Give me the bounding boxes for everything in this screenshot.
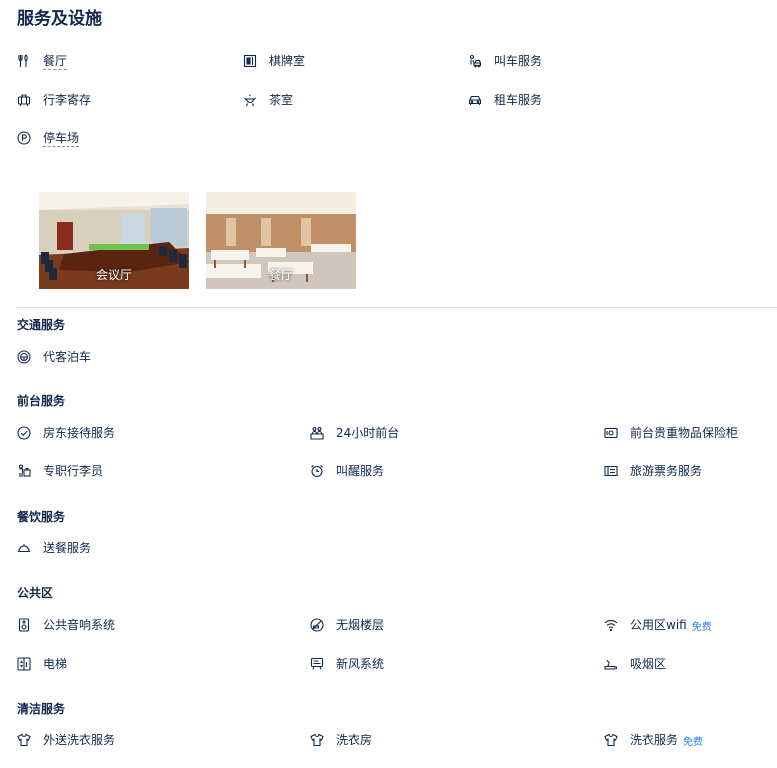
facility-bellhop: 专职行李员 bbox=[17, 462, 103, 480]
section-title-dining: 餐饮服务 bbox=[17, 510, 66, 524]
food-cloche-icon bbox=[17, 541, 31, 555]
facility-label: 租车服务 bbox=[494, 93, 543, 107]
chess-board-icon bbox=[243, 54, 257, 68]
shirt-icon bbox=[604, 733, 618, 747]
facility-label: 送餐服务 bbox=[43, 541, 92, 555]
photo-meeting-hall[interactable]: 会议厅 bbox=[39, 192, 189, 289]
section-title-front-desk: 前台服务 bbox=[17, 394, 66, 408]
facility-outsourced-laundry: 外送洗衣服务 bbox=[17, 731, 115, 749]
section-title-public: 公共区 bbox=[17, 586, 54, 600]
facility-label: 棋牌室 bbox=[269, 54, 306, 68]
photo-caption: 餐厅 bbox=[268, 268, 293, 282]
facility-room-service: 送餐服务 bbox=[17, 539, 91, 557]
facility-label: 行李寄存 bbox=[43, 93, 92, 107]
facility-label: 无烟楼层 bbox=[336, 618, 385, 632]
elevator-icon bbox=[17, 657, 31, 671]
facility-label: 餐厅 bbox=[43, 54, 68, 70]
car-icon bbox=[468, 93, 482, 107]
facility-host-reception: 房东接待服务 bbox=[17, 424, 115, 442]
section-title-cleaning: 清洁服务 bbox=[17, 702, 66, 716]
page-title: 服务及设施 bbox=[17, 9, 102, 29]
parking-icon bbox=[17, 131, 31, 145]
taxi-icon bbox=[468, 54, 482, 68]
facility-luggage-storage: 行李寄存 bbox=[17, 91, 91, 109]
facility-tea-room: 茶室 bbox=[243, 91, 293, 109]
safe-icon bbox=[604, 426, 618, 440]
teapot-icon bbox=[243, 93, 257, 107]
facility-label: 24小时前台 bbox=[336, 426, 400, 440]
facility-label: 洗衣房 bbox=[336, 733, 373, 747]
facility-laundry-room: 洗衣房 bbox=[310, 731, 372, 749]
luggage-icon bbox=[17, 93, 31, 107]
no-smoking-icon bbox=[310, 618, 324, 632]
facility-wake-up-call: 叫醒服务 bbox=[310, 462, 384, 480]
facility-label: 叫醒服务 bbox=[336, 464, 385, 478]
facility-label: 前台贵重物品保险柜 bbox=[630, 426, 739, 440]
facility-label: 房东接待服务 bbox=[43, 426, 116, 440]
check-circle-icon bbox=[17, 426, 31, 440]
reception-desk-icon bbox=[310, 426, 324, 440]
facility-label: 停车场 bbox=[43, 131, 80, 147]
air-system-icon bbox=[310, 657, 324, 671]
photo-restaurant[interactable]: 餐厅 bbox=[206, 192, 356, 289]
section-title-transport: 交通服务 bbox=[17, 318, 66, 332]
facility-smoking-area: 吸烟区 bbox=[604, 655, 666, 673]
facility-car-rental: 租车服务 bbox=[468, 91, 542, 109]
facility-laundry-service: 洗衣服务 免费 bbox=[604, 731, 703, 749]
facility-label: 旅游票务服务 bbox=[630, 464, 703, 478]
facility-label: 外送洗衣服务 bbox=[43, 733, 116, 747]
facility-pa-system: 公共音响系统 bbox=[17, 616, 115, 634]
facility-label: 公用区wifi bbox=[630, 618, 687, 632]
alarm-clock-icon bbox=[310, 464, 324, 478]
ticket-icon bbox=[604, 464, 618, 478]
facility-label: 吸烟区 bbox=[630, 657, 667, 671]
shirt-icon bbox=[17, 733, 31, 747]
facility-label: 专职行李员 bbox=[43, 464, 104, 478]
free-tag: 免费 bbox=[691, 621, 712, 633]
section-divider bbox=[17, 307, 777, 308]
facility-chess-room: 棋牌室 bbox=[243, 52, 305, 70]
cutlery-icon bbox=[17, 54, 31, 68]
facility-safe-box: 前台贵重物品保险柜 bbox=[604, 424, 738, 442]
photo-caption: 会议厅 bbox=[95, 268, 132, 282]
facility-label: 新风系统 bbox=[336, 657, 385, 671]
facility-label: 叫车服务 bbox=[494, 54, 543, 68]
facility-label: 公共音响系统 bbox=[43, 618, 116, 632]
steering-wheel-icon bbox=[17, 350, 31, 364]
facility-public-wifi: 公用区wifi 免费 bbox=[604, 616, 712, 634]
wifi-icon bbox=[604, 618, 618, 632]
facility-taxi-service: 叫车服务 bbox=[468, 52, 542, 70]
facility-tour-ticket: 旅游票务服务 bbox=[604, 462, 702, 480]
facility-label: 洗衣服务 bbox=[630, 733, 679, 747]
smoking-icon bbox=[604, 657, 618, 671]
facility-parking[interactable]: 停车场 bbox=[17, 129, 80, 147]
facility-non-smoking-floor: 无烟楼层 bbox=[310, 616, 384, 634]
free-tag: 免费 bbox=[683, 736, 704, 748]
speaker-icon bbox=[17, 618, 31, 632]
shirt-icon bbox=[310, 733, 324, 747]
facility-label: 茶室 bbox=[269, 93, 294, 107]
facility-fresh-air-system: 新风系统 bbox=[310, 655, 384, 673]
facility-elevator: 电梯 bbox=[17, 655, 67, 673]
facility-valet-parking: 代客泊车 bbox=[17, 348, 91, 366]
bellhop-icon bbox=[17, 464, 31, 478]
facility-restaurant[interactable]: 餐厅 bbox=[17, 52, 68, 70]
facility-24h-front-desk: 24小时前台 bbox=[310, 424, 399, 442]
facility-label: 电梯 bbox=[43, 657, 68, 671]
facility-label: 代客泊车 bbox=[43, 350, 92, 364]
